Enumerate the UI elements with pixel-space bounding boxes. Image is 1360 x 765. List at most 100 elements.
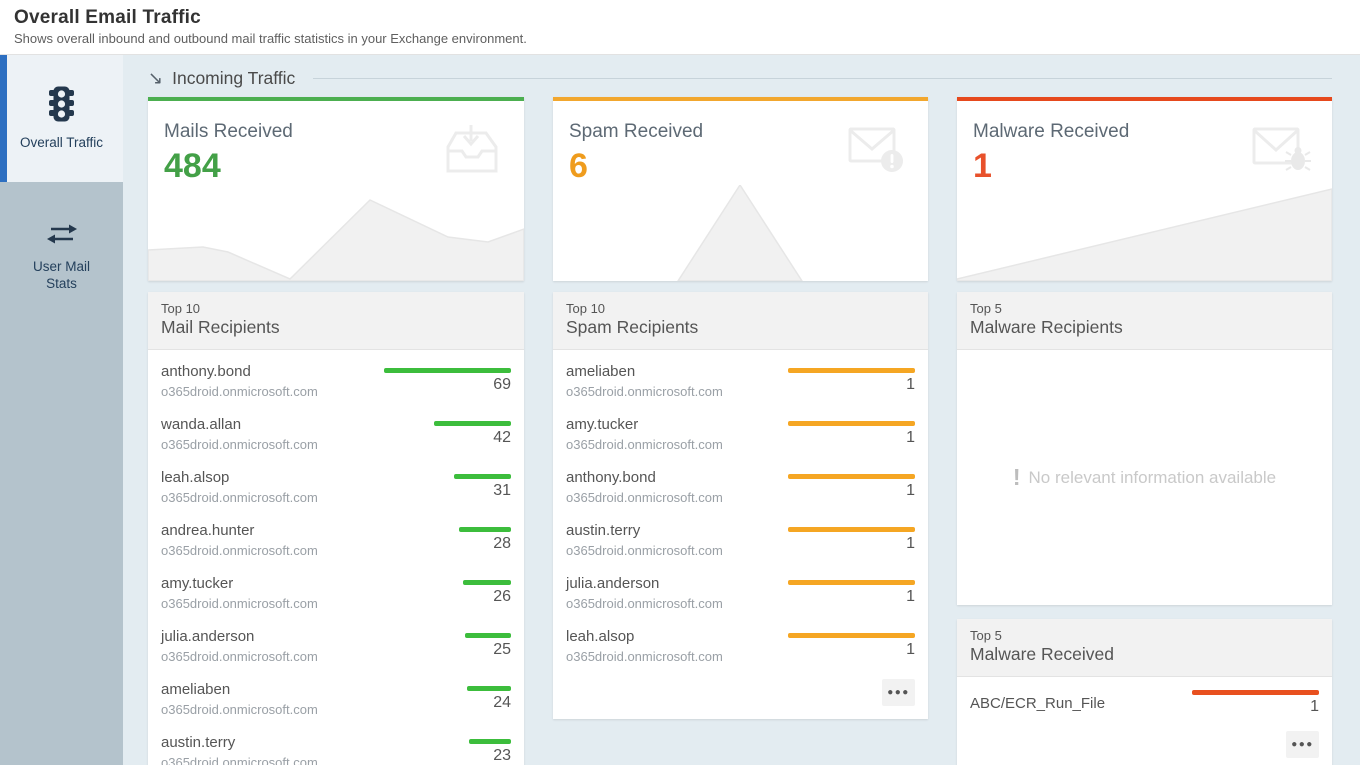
sidebar-item-overall-traffic[interactable]: Overall Traffic (0, 55, 123, 182)
value-bar (788, 421, 915, 426)
mail-recipients-list: anthony.bond o365droid.onmicrosoft.com 6… (148, 350, 524, 765)
recipient-name: leah.alsop (161, 469, 318, 486)
value-bar (1192, 690, 1319, 695)
top-malware-recipients-panel: Top 5 Malware Recipients ! No relevant i… (957, 292, 1332, 605)
recipient-domain: o365droid.onmicrosoft.com (161, 596, 318, 611)
mail-recipient-row: amy.tucker o365droid.onmicrosoft.com 26 (148, 567, 524, 620)
value-bar (463, 580, 511, 585)
value-bar (459, 527, 511, 532)
more-button[interactable]: ●●● (1286, 731, 1319, 758)
malware-count: 1 (1310, 698, 1319, 716)
recipient-name: amy.tucker (566, 416, 723, 433)
recipient-name: austin.terry (161, 734, 318, 751)
panel-header: Top 5 Malware Recipients (957, 292, 1332, 350)
trend-silhouette (148, 185, 524, 281)
recipient-count: 28 (493, 535, 511, 553)
more-button[interactable]: ●●● (882, 679, 915, 706)
recipient-domain: o365droid.onmicrosoft.com (566, 543, 723, 558)
value-bar (467, 686, 511, 691)
recipient-domain: o365droid.onmicrosoft.com (566, 384, 723, 399)
recipient-count: 69 (493, 376, 511, 394)
recipient-name: wanda.allan (161, 416, 318, 433)
spam-recipient-row: leah.alsop o365droid.onmicrosoft.com 1 (553, 620, 928, 673)
recipient-domain: o365droid.onmicrosoft.com (161, 702, 318, 717)
malware-received-card: Malware Received 1 (957, 97, 1332, 281)
envelope-bug-icon (1246, 123, 1312, 180)
panel-title: Mail Recipients (161, 317, 511, 338)
mail-recipient-row: wanda.allan o365droid.onmicrosoft.com 42 (148, 408, 524, 461)
spam-recipient-row: amy.tucker o365droid.onmicrosoft.com 1 (553, 408, 928, 461)
panel-title: Spam Recipients (566, 317, 915, 338)
recipient-domain: o365droid.onmicrosoft.com (566, 596, 723, 611)
recipient-name: ameliaben (566, 363, 723, 380)
mails-received-card: Mails Received 484 (148, 97, 524, 281)
malware-row: ABC/ECR_Run_File 1 (957, 682, 1332, 725)
swap-arrows-icon (46, 222, 78, 251)
mail-recipient-row: andrea.hunter o365droid.onmicrosoft.com … (148, 514, 524, 567)
recipient-domain: o365droid.onmicrosoft.com (566, 649, 723, 664)
panel-top-label: Top 10 (161, 301, 511, 316)
spam-received-card: Spam Received 6 (553, 97, 928, 281)
recipient-count: 1 (906, 429, 915, 447)
trend-silhouette (553, 185, 928, 281)
value-bar (469, 739, 511, 744)
recipient-count: 1 (906, 535, 915, 553)
mail-recipient-row: austin.terry o365droid.onmicrosoft.com 2… (148, 726, 524, 765)
recipient-name: amy.tucker (161, 575, 318, 592)
page-title: Overall Email Traffic (14, 7, 1360, 29)
section-divider (313, 78, 1332, 79)
main-content: ↘ Incoming Traffic Mails Received 484 (123, 55, 1360, 765)
value-bar (384, 368, 511, 373)
page-header: Overall Email Traffic Shows overall inbo… (0, 0, 1360, 55)
panel-header: Top 10 Spam Recipients (553, 292, 928, 350)
page-subtitle: Shows overall inbound and outbound mail … (14, 31, 1360, 46)
panel-top-label: Top 5 (970, 301, 1319, 316)
arrow-down-right-icon: ↘ (148, 69, 163, 87)
sidebar-item-user-mail-stats[interactable]: User Mail Stats (0, 182, 123, 332)
envelope-alert-icon (842, 123, 908, 180)
value-bar (788, 474, 915, 479)
spam-recipient-row: austin.terry o365droid.onmicrosoft.com 1 (553, 514, 928, 567)
malware-name: ABC/ECR_Run_File (970, 695, 1105, 712)
value-bar (465, 633, 511, 638)
recipient-domain: o365droid.onmicrosoft.com (161, 437, 318, 452)
incoming-traffic-section-header: ↘ Incoming Traffic (148, 55, 1332, 97)
trend-silhouette (957, 185, 1332, 281)
recipient-name: austin.terry (566, 522, 723, 539)
app-root: Overall Email Traffic Shows overall inbo… (0, 0, 1360, 765)
panel-top-label: Top 5 (970, 628, 1319, 643)
top-mail-recipients-panel: Top 10 Mail Recipients anthony.bond o365… (148, 292, 524, 765)
panel-header: Top 10 Mail Recipients (148, 292, 524, 350)
exclamation-icon: ! (1013, 464, 1021, 491)
recipient-name: leah.alsop (566, 628, 723, 645)
recipient-name: julia.anderson (161, 628, 318, 645)
recipient-name: andrea.hunter (161, 522, 318, 539)
recipient-domain: o365droid.onmicrosoft.com (161, 755, 318, 765)
inbox-download-icon (438, 123, 504, 180)
panel-title: Malware Received (970, 644, 1319, 665)
recipient-count: 1 (906, 641, 915, 659)
recipient-name: anthony.bond (161, 363, 318, 380)
sidebar-item-label: User Mail Stats (19, 259, 105, 293)
value-bar (788, 527, 915, 532)
mail-recipient-row: ameliaben o365droid.onmicrosoft.com 24 (148, 673, 524, 726)
recipient-domain: o365droid.onmicrosoft.com (161, 490, 318, 505)
value-bar (788, 580, 915, 585)
sidebar-item-label: Overall Traffic (19, 135, 105, 152)
panel-top-label: Top 10 (566, 301, 915, 316)
mail-recipient-row: leah.alsop o365droid.onmicrosoft.com 31 (148, 461, 524, 514)
spam-recipient-row: julia.anderson o365droid.onmicrosoft.com… (553, 567, 928, 620)
recipient-domain: o365droid.onmicrosoft.com (161, 384, 318, 399)
mail-recipient-row: anthony.bond o365droid.onmicrosoft.com 6… (148, 355, 524, 408)
recipient-count: 23 (493, 747, 511, 765)
recipient-count: 24 (493, 694, 511, 712)
recipient-domain: o365droid.onmicrosoft.com (566, 437, 723, 452)
recipient-name: ameliaben (161, 681, 318, 698)
recipient-domain: o365droid.onmicrosoft.com (161, 543, 318, 558)
recipient-count: 26 (493, 588, 511, 606)
recipient-name: anthony.bond (566, 469, 723, 486)
spam-recipient-row: ameliaben o365droid.onmicrosoft.com 1 (553, 355, 928, 408)
top-malware-received-panel: Top 5 Malware Received ABC/ECR_Run_File (957, 619, 1332, 765)
recipient-domain: o365droid.onmicrosoft.com (161, 649, 318, 664)
sidebar: Overall Traffic User Mail Stats (0, 55, 123, 765)
